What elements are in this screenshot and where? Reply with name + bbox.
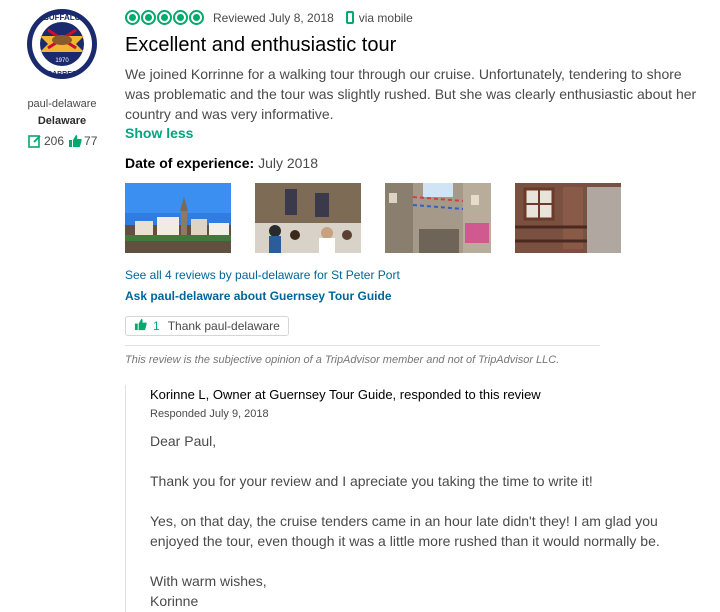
thank-reviewer-button[interactable]: 1 Thank paul-delaware (125, 316, 289, 336)
helpful-votes-icon (68, 134, 82, 148)
avatar-text-bottom: SABRES (47, 71, 77, 78)
thank-label: Thank paul-delaware (167, 319, 280, 333)
review-count-icon (28, 134, 42, 148)
rating-bubble-icon (189, 10, 204, 25)
rating-row: Reviewed July 8, 2018 via mobile (125, 10, 413, 25)
review-title[interactable]: Excellent and enthusiastic tour (125, 34, 396, 57)
review-body: We joined Korrinne for a walking tour th… (125, 66, 697, 122)
review-photo-1[interactable] (125, 183, 231, 253)
rating-bubble-icon (157, 10, 172, 25)
response-closing: With warm wishes, (150, 573, 267, 589)
response-owner-line: Korinne L, Owner at Guernsey Tour Guide,… (150, 387, 541, 402)
response-border (125, 385, 126, 612)
see-all-reviews-link[interactable]: See all 4 reviews by paul-delaware for S… (125, 268, 400, 282)
divider (125, 345, 600, 346)
review-count: 206 (44, 134, 65, 148)
response-signature: Korinne (150, 593, 199, 609)
rating-bubbles (125, 10, 205, 25)
rating-bubble-icon (141, 10, 156, 25)
review-photo-4[interactable] (515, 183, 621, 253)
show-less-link[interactable]: Show less (125, 125, 193, 141)
date-of-experience: Date of experience: July 2018 (125, 155, 318, 171)
rating-bubble-icon (125, 10, 140, 25)
via-mobile-label: via mobile (358, 10, 413, 25)
response-paragraph-2: Yes, on that day, the cruise tenders cam… (150, 513, 660, 549)
response-paragraph-1: Thank you for your review and I apreciat… (150, 473, 593, 489)
ask-reviewer-link[interactable]: Ask paul-delaware about Guernsey Tour Gu… (125, 289, 392, 303)
avatar-text-year: 1970 (55, 58, 69, 64)
mobile-phone-icon (345, 11, 354, 24)
response-date: Responded July 9, 2018 (150, 408, 269, 420)
review-photo-2[interactable] (255, 183, 361, 253)
thank-count: 1 (153, 319, 160, 333)
review-photo-3[interactable] (385, 183, 491, 253)
date-of-experience-label: Date of experience: (125, 155, 255, 171)
avatar-text-top: BUFFALO (43, 13, 81, 22)
reviewer-username[interactable]: paul-delaware (0, 98, 124, 110)
helpful-votes-count: 77 (84, 134, 98, 148)
review-disclaimer: This review is the subjective opinion of… (125, 354, 560, 366)
thumbs-up-icon (134, 318, 147, 334)
reviewer-stats: 206 77 (28, 134, 101, 148)
response-greeting: Dear Paul, (150, 433, 217, 449)
date-of-experience-value: July 2018 (258, 155, 318, 171)
rating-bubble-icon (173, 10, 188, 25)
reviewer-location: Delaware (37, 115, 87, 127)
reviewer-avatar[interactable]: BUFFALO SABRES 1970 (26, 8, 98, 80)
review-date: Reviewed July 8, 2018 (213, 10, 334, 25)
